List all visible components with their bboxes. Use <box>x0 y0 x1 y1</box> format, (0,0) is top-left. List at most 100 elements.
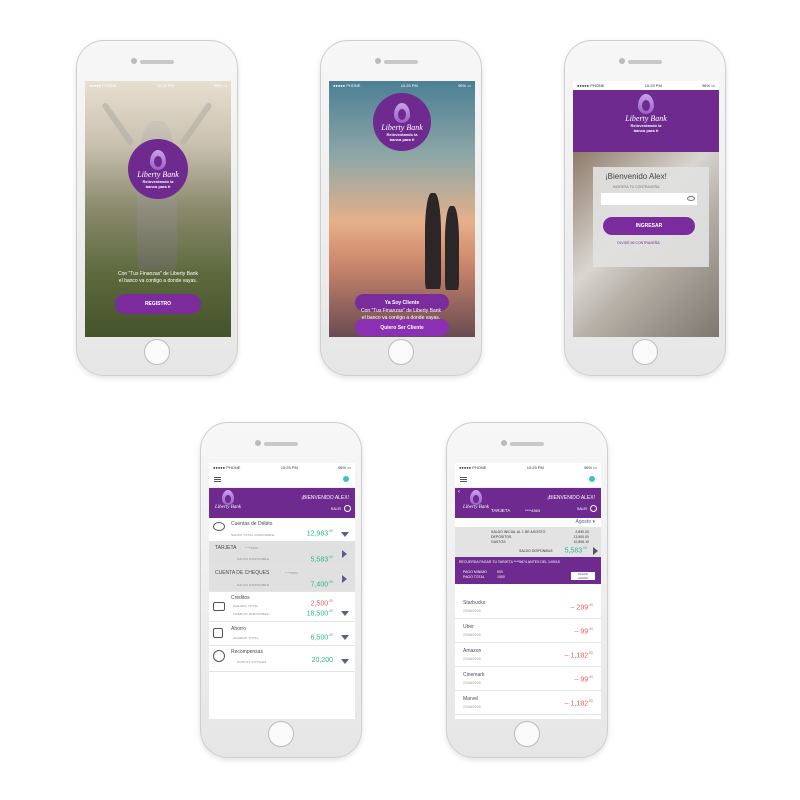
home-button[interactable] <box>144 339 170 365</box>
chevron-right-icon[interactable] <box>342 575 347 583</box>
status-bar: ●●●●● PHONE 10:25 PM 96% ▭ <box>573 81 719 90</box>
notification-dot-icon[interactable] <box>589 476 595 482</box>
time-text: 10:25 PM <box>644 83 662 88</box>
total-payment-value: 1500 <box>497 575 505 579</box>
status-bar: ●●●●● PHONE 10:25 PM 96% ▭ <box>455 463 601 472</box>
brand-logo: Liberty Bank Reinventando la banca para … <box>373 93 431 151</box>
safe-icon <box>213 628 223 638</box>
transaction-row[interactable]: Marvel 22/08/2018 – 1,182.00 <box>455 691 601 715</box>
total-payment-label: PAGO TOTAL <box>463 575 485 579</box>
credits-available-label: CRÉDITO DISPONIBLE <box>233 612 269 616</box>
chevron-down-icon[interactable] <box>341 611 349 616</box>
flame-icon <box>394 102 410 123</box>
camera <box>255 440 261 446</box>
greeting-text: ¡Bienvenido Alex! <box>605 172 667 181</box>
transaction-date: 22/08/2018 <box>463 681 481 685</box>
transaction-row[interactable]: Uber 22/08/2018 – 99.00 <box>455 619 601 643</box>
savings-subtitle: AHORRO TOTAL <box>233 636 259 640</box>
forgot-password-link[interactable]: OLVIDÉ MI CONTRASEÑA <box>617 241 660 245</box>
carrier-text: ●●●●● PHONE <box>577 83 605 88</box>
battery-text: 96% ▭ <box>584 465 597 470</box>
credits-available-value: 18,500.00 <box>306 609 333 618</box>
carrier-text: ●●●●● PHONE <box>213 465 241 470</box>
chevron-right-icon[interactable] <box>593 547 598 555</box>
background-photo-person <box>425 193 441 289</box>
card-row[interactable]: TARJETA ****4563 SALDO DISPONIBLE 5,583.… <box>209 542 355 567</box>
reminder-text: RECUERDA PAGAR TU TARJETA ****5674 ANTES… <box>459 560 560 564</box>
welcome-text: ¡BIENVENIDO ALEX! <box>547 495 595 501</box>
transaction-row[interactable]: Cinemark 22/08/2018 – 99.00 <box>455 667 601 691</box>
available-balance-value: 5,583.00 <box>564 546 587 555</box>
power-icon[interactable] <box>344 505 351 512</box>
tagline-line2: el banco va contigo a donde vayas. <box>118 278 198 284</box>
transaction-row[interactable]: Amazon 22/08/2018 – 1,182.00 <box>455 643 601 667</box>
logout-link[interactable]: SALIR <box>331 507 341 511</box>
power-icon[interactable] <box>590 505 597 512</box>
card-number: ****4563 <box>245 546 258 550</box>
savings-value: 6,500.00 <box>310 633 333 642</box>
card-number: ****4563 <box>525 508 541 513</box>
notification-dot-icon[interactable] <box>343 476 349 482</box>
home-button[interactable] <box>514 721 540 747</box>
brand-logo: Liberty Bank <box>213 490 243 516</box>
welcome-text: ¡BIENVENIDO ALEX! <box>301 495 349 501</box>
credits-title: Créditos <box>231 595 250 601</box>
camera <box>375 58 381 64</box>
chevron-down-icon[interactable] <box>341 659 349 664</box>
chevron-down-icon[interactable] <box>341 635 349 640</box>
background-photo-person <box>445 206 459 290</box>
home-button[interactable] <box>268 721 294 747</box>
expenses-label: GASTOS <box>491 540 506 544</box>
debit-value: 12,983.90 <box>306 529 333 538</box>
welcome-screen: ●●●●● PHONE 10:25 PM 96% ▭ Liberty Bank … <box>329 81 475 337</box>
speaker <box>384 60 418 64</box>
flame-icon <box>222 490 234 505</box>
debit-accounts-row[interactable]: Cuentas de Débito SALDO TOTAL DISPONIBLE… <box>209 518 355 542</box>
chevron-right-icon[interactable] <box>342 550 347 558</box>
transaction-name: Cinemark <box>463 672 485 678</box>
speaker <box>628 60 662 64</box>
initial-balance-value: 2,890.00 <box>575 530 589 534</box>
card-value: 5,583.00 <box>310 555 333 564</box>
logout-link[interactable]: SALIR <box>577 507 587 511</box>
eye-icon[interactable] <box>687 196 695 201</box>
rewards-row[interactable]: Recompensas PUNTOS TOTALES 20,200 <box>209 646 355 672</box>
home-button[interactable] <box>388 339 414 365</box>
home-button[interactable] <box>632 339 658 365</box>
password-input[interactable] <box>601 193 697 205</box>
month-selector[interactable]: Agosto ▾ <box>576 519 595 525</box>
transaction-row[interactable]: Starbucks 23/08/2018 – 299.00 <box>455 595 601 619</box>
phone-login: ●●●●● PHONE 10:25 PM 96% ▭ Liberty Bank … <box>564 40 726 376</box>
transaction-date: 23/08/2018 <box>463 609 481 613</box>
hamburger-menu-icon[interactable] <box>460 477 467 482</box>
savings-row[interactable]: Ahorro AHORRO TOTAL 6,500.00 <box>209 622 355 646</box>
pay-now-button[interactable]: PAGAR AHORA <box>571 572 595 580</box>
login-screen: ●●●●● PHONE 10:25 PM 96% ▭ Liberty Bank … <box>573 81 719 337</box>
status-bar: ●●●●● PHONE 10:25 PM 96% ▭ <box>209 463 355 472</box>
savings-title: Ahorro <box>231 626 247 632</box>
transaction-amount: – 99.00 <box>574 627 594 636</box>
hamburger-menu-icon[interactable] <box>214 477 221 482</box>
brand-logo: Liberty Bank Reinventando la banca para … <box>613 94 679 133</box>
credits-row[interactable]: Créditos ADEUDO TOTAL CRÉDITO DISPONIBLE… <box>209 592 355 622</box>
time-text: 10:25 PM <box>156 83 174 88</box>
tagline-line2: el banco va contigo a donde vayas. <box>361 315 441 321</box>
transaction-date: 22/08/2018 <box>463 705 481 709</box>
speaker <box>264 442 298 446</box>
deposits-value: 13,500.00 <box>573 535 589 539</box>
credits-debt-value: 2,500.00 <box>310 599 333 608</box>
debit-title: Cuentas de Débito <box>231 521 273 527</box>
login-header: Liberty Bank Reinventando la banca para … <box>573 90 719 152</box>
checking-row[interactable]: CUENTA DE CHEQUES ****4563 SALDO DISPONI… <box>209 567 355 592</box>
checking-title: CUENTA DE CHEQUES <box>215 570 270 576</box>
header-bar: ‹ Liberty Bank ¡BIENVENIDO ALEX! TARJETA… <box>455 488 601 518</box>
carrier-text: ●●●●● PHONE <box>89 83 117 88</box>
camera <box>619 58 625 64</box>
flame-icon <box>470 490 482 505</box>
register-button[interactable]: REGISTRO <box>115 294 201 314</box>
chevron-down-icon[interactable] <box>341 532 349 537</box>
back-arrow-icon[interactable]: ‹ <box>458 489 460 495</box>
login-button[interactable]: INGRESAR <box>603 217 695 235</box>
initial-balance-label: SALDO INICIAL AL 1 DE AGOSTO <box>491 530 546 534</box>
dashboard-screen: ●●●●● PHONE 10:25 PM 96% ▭ Liberty Bank … <box>209 463 355 719</box>
